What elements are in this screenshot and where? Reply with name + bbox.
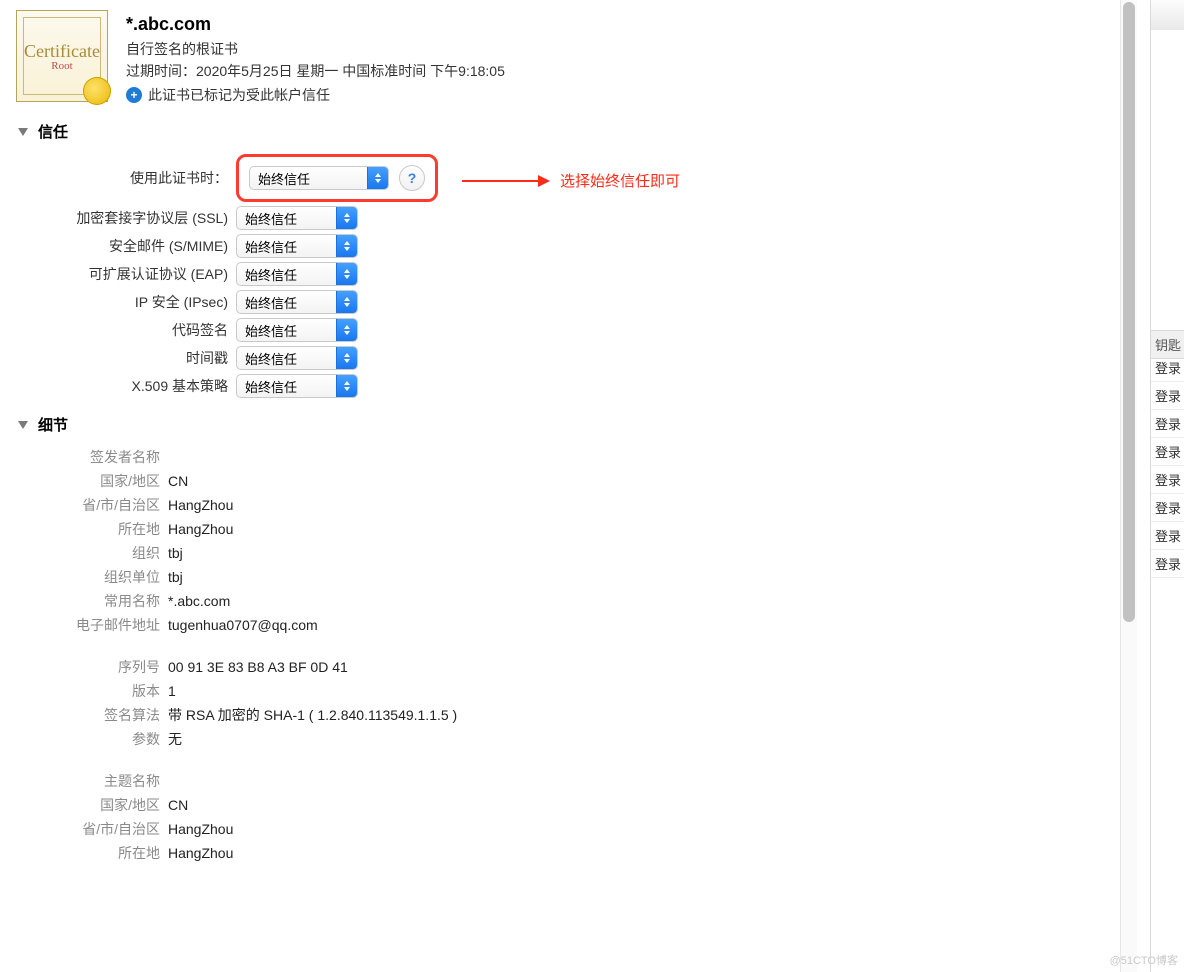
trust-item-select[interactable]: 始终信任 <box>236 346 358 370</box>
stepper-icon <box>336 319 357 341</box>
trust-item-value: 始终信任 <box>245 377 297 396</box>
detail-value: tbj <box>168 569 183 585</box>
trust-disclosure[interactable]: 信任 <box>0 119 1119 144</box>
detail-value: *.abc.com <box>168 593 230 609</box>
trust-item-value: 始终信任 <box>245 349 297 368</box>
use-cert-highlight: 始终信任 ? <box>236 154 438 202</box>
detail-label: 签名算法 <box>0 705 168 725</box>
side-row[interactable]: 登录 <box>1151 466 1184 494</box>
detail-value: HangZhou <box>168 845 233 861</box>
side-row[interactable]: 登录 <box>1151 354 1184 382</box>
trust-item-select[interactable]: 始终信任 <box>236 234 358 258</box>
trust-item-value: 始终信任 <box>245 293 297 312</box>
subject-heading: 主题名称 <box>0 771 168 791</box>
stepper-icon <box>336 263 357 285</box>
certificate-trusted-text: 此证书已标记为受此帐户信任 <box>148 85 330 105</box>
details-section: 细节 签发者名称 国家/地区CN省/市/自治区HangZhou所在地HangZh… <box>0 412 1119 871</box>
detail-label: 常用名称 <box>0 591 168 611</box>
side-row[interactable]: 登录 <box>1151 494 1184 522</box>
detail-label: 版本 <box>0 681 168 701</box>
certificate-panel: Certificate Root *.abc.com 自行签名的根证书 过期时间… <box>0 0 1120 972</box>
detail-value: CN <box>168 473 188 489</box>
plus-badge-icon: + <box>126 87 142 103</box>
chevron-down-icon <box>18 421 28 429</box>
detail-label: 序列号 <box>0 657 168 677</box>
seal-icon <box>83 77 111 105</box>
trust-item-label: 可扩展认证协议 (EAP) <box>0 264 236 284</box>
trust-item-value: 始终信任 <box>245 321 297 340</box>
detail-label: 参数 <box>0 729 168 749</box>
use-cert-select-value: 始终信任 <box>258 169 310 188</box>
stepper-icon <box>336 291 357 313</box>
trust-item-label: 安全邮件 (S/MIME) <box>0 236 236 256</box>
stepper-icon <box>336 375 357 397</box>
side-row[interactable]: 登录 <box>1151 438 1184 466</box>
chevron-down-icon <box>18 128 28 136</box>
trust-item-select[interactable]: 始终信任 <box>236 374 358 398</box>
detail-value: 无 <box>168 729 182 749</box>
detail-value: 00 91 3E 83 B8 A3 BF 0D 41 <box>168 659 348 675</box>
certificate-subtitle: 自行签名的根证书 <box>126 39 505 59</box>
trust-item-select[interactable]: 始终信任 <box>236 318 358 342</box>
side-row[interactable]: 登录 <box>1151 410 1184 438</box>
side-tab[interactable] <box>1151 0 1184 31</box>
scroll-thumb[interactable] <box>1123 2 1135 622</box>
detail-value: tbj <box>168 545 183 561</box>
side-window: 钥匙 登录登录登录登录登录登录登录登录 <box>1150 0 1184 972</box>
details-disclosure[interactable]: 细节 <box>0 412 1119 437</box>
certificate-icon-root: Root <box>51 60 72 72</box>
details-heading: 细节 <box>38 414 68 435</box>
use-cert-select[interactable]: 始终信任 <box>249 166 389 190</box>
trust-item-label: X.509 基本策略 <box>0 376 236 396</box>
trust-item-label: 加密套接字协议层 (SSL) <box>0 208 236 228</box>
stepper-icon <box>336 235 357 257</box>
detail-value: HangZhou <box>168 497 233 513</box>
detail-label: 组织单位 <box>0 567 168 587</box>
detail-label: 所在地 <box>0 519 168 539</box>
detail-label: 省/市/自治区 <box>0 819 168 839</box>
detail-label: 国家/地区 <box>0 795 168 815</box>
stepper-icon <box>336 207 357 229</box>
side-row[interactable]: 登录 <box>1151 550 1184 578</box>
trust-section: 信任 使用此证书时： 始终信任 ? 加密套接字协议层 (SSL)始终信任安全邮件… <box>0 119 1119 406</box>
trust-item-label: 时间戳 <box>0 348 236 368</box>
trust-item-label: IP 安全 (IPsec) <box>0 292 236 312</box>
detail-value: HangZhou <box>168 821 233 837</box>
detail-value: CN <box>168 797 188 813</box>
arrow-right-icon <box>460 171 550 191</box>
certificate-icon-title: Certificate <box>24 41 100 62</box>
detail-value: 1 <box>168 683 176 699</box>
certificate-header: Certificate Root *.abc.com 自行签名的根证书 过期时间… <box>0 0 1119 113</box>
detail-value: 带 RSA 加密的 SHA-1 ( 1.2.840.113549.1.1.5 ) <box>168 705 457 725</box>
stepper-icon <box>367 167 388 189</box>
watermark: @51CTO博客 <box>1110 952 1178 968</box>
trust-item-value: 始终信任 <box>245 209 297 228</box>
trust-item-label: 代码签名 <box>0 320 236 340</box>
trust-item-value: 始终信任 <box>245 237 297 256</box>
annotation-text: 选择始终信任即可 <box>560 170 680 191</box>
scrollbar[interactable] <box>1120 0 1137 972</box>
use-cert-label: 使用此证书时： <box>0 168 236 188</box>
detail-label: 国家/地区 <box>0 471 168 491</box>
certificate-expiry: 过期时间：2020年5月25日 星期一 中国标准时间 下午9:18:05 <box>126 61 505 81</box>
detail-value: HangZhou <box>168 521 233 537</box>
certificate-title: *.abc.com <box>126 14 505 35</box>
detail-label: 省/市/自治区 <box>0 495 168 515</box>
detail-label: 组织 <box>0 543 168 563</box>
detail-label: 所在地 <box>0 843 168 863</box>
help-button[interactable]: ? <box>399 165 425 191</box>
stepper-icon <box>336 347 357 369</box>
trust-item-select[interactable]: 始终信任 <box>236 262 358 286</box>
detail-label: 电子邮件地址 <box>0 615 168 635</box>
side-row[interactable]: 登录 <box>1151 522 1184 550</box>
trust-item-select[interactable]: 始终信任 <box>236 206 358 230</box>
trust-item-value: 始终信任 <box>245 265 297 284</box>
issuer-heading: 签发者名称 <box>0 447 168 467</box>
trust-item-select[interactable]: 始终信任 <box>236 290 358 314</box>
side-row[interactable]: 登录 <box>1151 382 1184 410</box>
trust-heading: 信任 <box>38 121 68 142</box>
annotation: 选择始终信任即可 <box>460 170 680 191</box>
certificate-icon: Certificate Root <box>16 10 108 102</box>
detail-value: tugenhua0707@qq.com <box>168 617 318 633</box>
